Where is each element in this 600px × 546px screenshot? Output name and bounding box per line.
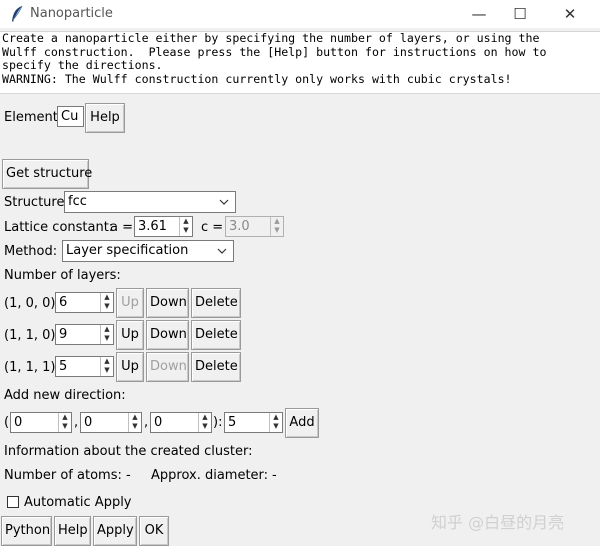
ok-button[interactable]: OK <box>139 516 169 546</box>
spin-up-icon[interactable]: ▲ <box>101 293 113 302</box>
lattice-c-value: 3.0 <box>229 219 250 234</box>
info-label: Information about the created cluster: <box>4 444 253 459</box>
chevron-down-icon <box>219 199 229 205</box>
comma-separator: , <box>74 415 79 430</box>
lattice-a-label: a = <box>110 220 133 235</box>
method-label: Method: <box>4 244 58 259</box>
up-button[interactable]: Up <box>116 320 144 350</box>
delete-button[interactable]: Delete <box>191 288 241 318</box>
element-label: Element: <box>4 110 63 125</box>
intro-line: Wulff construction. Please press the [He… <box>2 44 547 59</box>
down-button[interactable]: Down <box>146 288 189 318</box>
close-paren-label: ): <box>213 415 223 430</box>
watermark-text: 知乎 @白昼的月亮 <box>431 513 565 532</box>
intro-line: specify the directions. <box>2 58 163 73</box>
help-button[interactable]: Help <box>85 103 125 133</box>
direction-l-value: 0 <box>154 415 163 430</box>
delete-button[interactable]: Delete <box>191 320 241 350</box>
up-button[interactable]: Up <box>116 352 144 382</box>
comma-separator: , <box>144 415 149 430</box>
spin-down-icon[interactable]: ▼ <box>271 226 283 235</box>
maximize-button[interactable]: ☐ <box>510 4 530 24</box>
window-title: Nanoparticle <box>30 6 113 21</box>
chevron-down-icon <box>217 248 227 254</box>
element-input[interactable]: Cu <box>57 106 84 127</box>
lattice-a-value: 3.61 <box>138 219 167 234</box>
spin-up-icon[interactable]: ▲ <box>101 357 113 366</box>
method-select[interactable]: Layer specification <box>62 240 234 262</box>
direction-label: (1, 1, 0): <box>4 328 60 343</box>
layers-spinbox[interactable]: 6 ▲ ▼ <box>55 292 114 313</box>
structure-value: fcc <box>68 194 87 209</box>
spin-up-icon[interactable]: ▲ <box>199 413 211 422</box>
up-button[interactable]: Up <box>116 288 144 318</box>
minimize-button[interactable]: — <box>469 4 489 24</box>
structure-select[interactable]: fcc <box>64 191 236 213</box>
layers-value: 6 <box>59 295 68 310</box>
layers-spinbox[interactable]: 5 ▲ ▼ <box>55 356 114 377</box>
layers-spinbox[interactable]: 9 ▲ ▼ <box>55 324 114 345</box>
spin-up-icon[interactable]: ▲ <box>271 217 283 226</box>
get-structure-button[interactable]: Get structure <box>2 159 92 189</box>
spin-down-icon[interactable]: ▼ <box>199 422 211 431</box>
automatic-apply-checkbox[interactable] <box>7 496 19 508</box>
intro-text: Create a nanoparticle either by specifyi… <box>0 31 600 94</box>
direction-k-value: 0 <box>84 415 93 430</box>
new-direction-label: Add new direction: <box>4 388 126 403</box>
new-layers-spinbox[interactable]: 5 ▲ ▼ <box>224 412 283 433</box>
down-button[interactable]: Down <box>146 352 189 382</box>
method-value: Layer specification <box>66 243 189 258</box>
direction-label: (1, 0, 0): <box>4 296 60 311</box>
help-bottom-button[interactable]: Help <box>54 516 91 546</box>
spin-up-icon[interactable]: ▲ <box>101 325 113 334</box>
diameter-label: Approx. diameter: <box>151 468 269 483</box>
spin-up-icon[interactable]: ▲ <box>270 413 282 422</box>
title-bar: Nanoparticle — ☐ ✕ <box>0 0 600 28</box>
direction-h-value: 0 <box>14 415 23 430</box>
open-paren: ( <box>4 415 10 430</box>
spin-up-icon[interactable]: ▲ <box>59 413 71 422</box>
spin-down-icon[interactable]: ▼ <box>270 422 282 431</box>
layers-value: 9 <box>59 327 68 342</box>
apply-button[interactable]: Apply <box>93 516 137 546</box>
delete-button[interactable]: Delete <box>191 352 241 382</box>
lattice-a-spinbox[interactable]: 3.61 ▲ ▼ <box>134 216 193 237</box>
structure-label: Structure: <box>4 195 69 210</box>
close-button[interactable]: ✕ <box>560 4 580 24</box>
spin-down-icon[interactable]: ▼ <box>129 422 141 431</box>
atoms-value: - <box>126 468 131 483</box>
spin-down-icon[interactable]: ▼ <box>180 226 192 235</box>
spin-up-icon[interactable]: ▲ <box>129 413 141 422</box>
intro-line: WARNING: The Wulff construction currentl… <box>2 71 512 86</box>
lattice-c-label: c = <box>201 220 224 235</box>
intro-line: Create a nanoparticle either by specifyi… <box>2 31 540 45</box>
spin-down-icon[interactable]: ▼ <box>101 302 113 311</box>
direction-k-spinbox[interactable]: 0 ▲ ▼ <box>80 412 142 433</box>
direction-h-spinbox[interactable]: 0 ▲ ▼ <box>10 412 72 433</box>
down-button[interactable]: Down <box>146 320 189 350</box>
lattice-c-spinbox[interactable]: 3.0 ▲ ▼ <box>225 216 284 237</box>
feather-icon <box>12 5 23 22</box>
spin-down-icon[interactable]: ▼ <box>101 366 113 375</box>
lattice-label: Lattice constant: <box>4 220 114 235</box>
direction-label: (1, 1, 1): <box>4 360 60 375</box>
spin-down-icon[interactable]: ▼ <box>59 422 71 431</box>
new-layers-value: 5 <box>228 415 237 430</box>
atoms-label: Number of atoms: <box>4 468 122 483</box>
spin-up-icon[interactable]: ▲ <box>180 217 192 226</box>
python-button[interactable]: Python <box>1 516 52 546</box>
spin-down-icon[interactable]: ▼ <box>101 334 113 343</box>
diameter-value: - <box>272 468 277 483</box>
layers-value: 5 <box>59 359 68 374</box>
add-direction-button[interactable]: Add <box>285 408 319 438</box>
direction-l-spinbox[interactable]: 0 ▲ ▼ <box>150 412 212 433</box>
layers-label: Number of layers: <box>4 268 121 283</box>
automatic-apply-label: Automatic Apply <box>24 495 132 510</box>
